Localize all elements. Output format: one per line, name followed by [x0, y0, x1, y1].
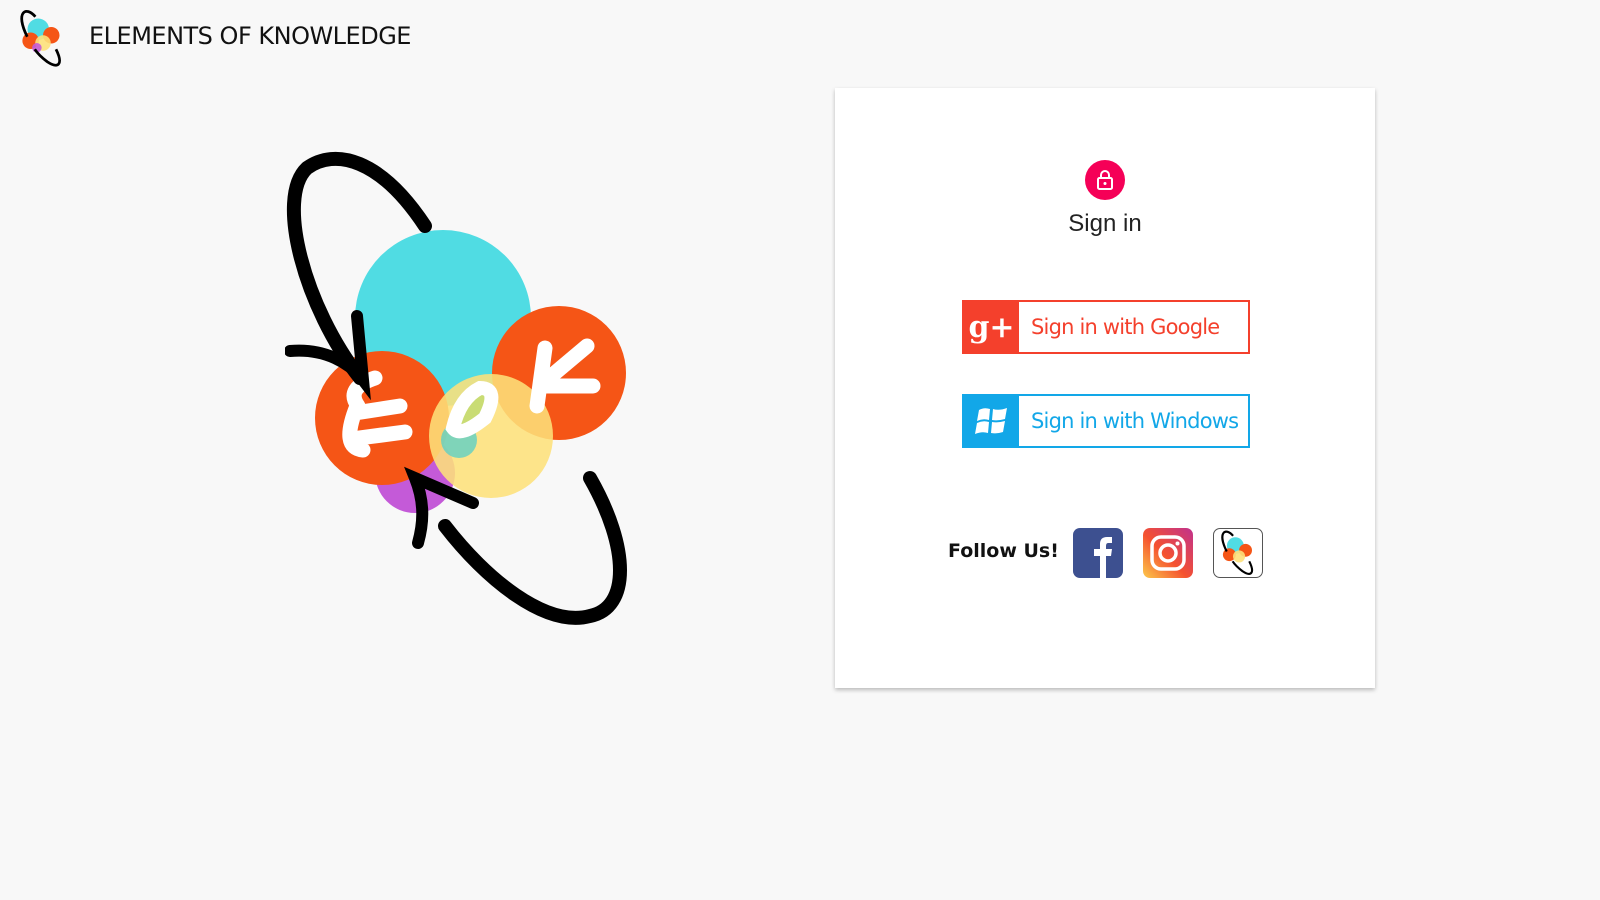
- signin-title: Sign in: [1068, 210, 1142, 237]
- lock-icon: [1085, 160, 1125, 200]
- eok-social-icon[interactable]: [1213, 528, 1263, 578]
- google-signin-label: Sign in with Google: [1031, 315, 1220, 339]
- windows-signin-label: Sign in with Windows: [1031, 409, 1239, 433]
- brand-title: ELEMENTS OF KNOWLEDGE: [89, 22, 411, 50]
- header: ELEMENTS OF KNOWLEDGE: [0, 0, 1600, 80]
- eok-hero-logo: [285, 151, 627, 625]
- windows-signin-button[interactable]: Sign in with Windows: [962, 394, 1250, 448]
- google-plus-icon: g+: [964, 302, 1019, 352]
- signin-card: Sign in g+ Sign in with Google Sign in w…: [835, 88, 1375, 688]
- facebook-icon[interactable]: [1073, 528, 1123, 578]
- instagram-icon[interactable]: [1143, 528, 1193, 578]
- windows-icon: [964, 396, 1019, 446]
- follow-us-label: Follow Us!: [948, 540, 1059, 562]
- google-signin-button[interactable]: g+ Sign in with Google: [962, 300, 1250, 354]
- eok-logo-icon[interactable]: [16, 8, 66, 68]
